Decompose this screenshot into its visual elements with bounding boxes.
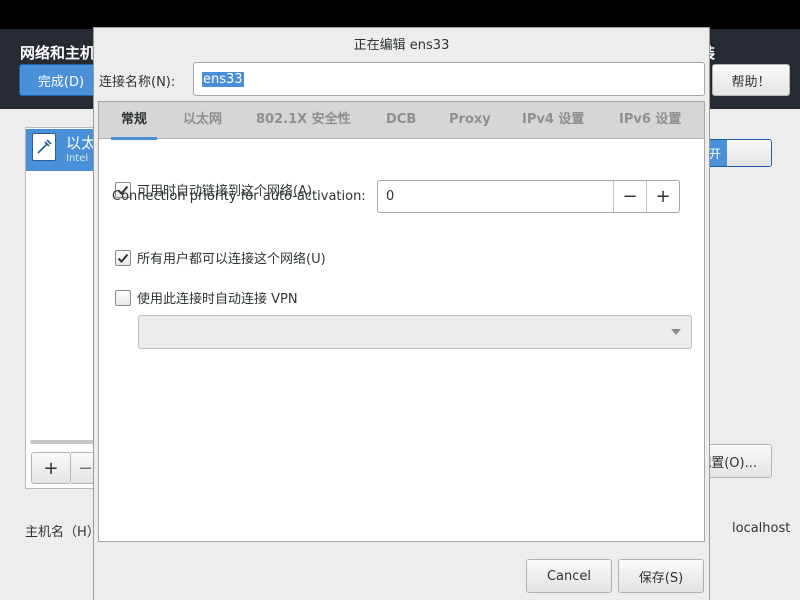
edit-connection-dialog: 正在编辑 ens33 连接名称(N): ens33 常规 以太网 802.1X … xyxy=(93,27,710,600)
all-users-checkbox[interactable] xyxy=(115,249,131,266)
done-button[interactable]: 完成(D) xyxy=(19,64,103,96)
tab-dcb[interactable]: DCB xyxy=(386,102,416,139)
tab-ipv6[interactable]: IPv6 设置 xyxy=(619,102,681,139)
ethernet-icon xyxy=(32,133,56,161)
add-device-button[interactable]: + xyxy=(31,452,71,484)
device-vendor: Intel xyxy=(66,153,89,164)
device-name: 以太 xyxy=(66,134,97,152)
vpn-autoconnect-label: 使用此连接时自动连接 VPN xyxy=(137,292,298,307)
tab-ipv4[interactable]: IPv4 设置 xyxy=(522,102,584,139)
dropdown-arrow-icon xyxy=(671,329,681,335)
help-button[interactable]: 帮助！ xyxy=(712,64,790,96)
settings-notebook: 常规 以太网 802.1X 安全性 DCB Proxy IPv4 设置 IPv6… xyxy=(98,101,705,542)
tab-proxy[interactable]: Proxy xyxy=(449,102,491,139)
connection-name-label: 连接名称(N): xyxy=(99,75,176,90)
priority-spinbutton[interactable]: 0 − + xyxy=(377,180,680,213)
tab-bar: 常规 以太网 802.1X 安全性 DCB Proxy IPv4 设置 IPv6… xyxy=(99,102,704,140)
priority-label: Connection priority for auto-activation: xyxy=(112,189,366,204)
priority-value[interactable]: 0 xyxy=(386,181,394,212)
hostname-label: 主机名（H） xyxy=(25,525,100,540)
connection-name-input[interactable]: ens33 xyxy=(193,62,705,96)
installer-title: 网络和主机 xyxy=(20,44,96,62)
connection-name-value: ens33 xyxy=(202,71,244,87)
device-list-scrollbar[interactable] xyxy=(30,440,100,444)
cancel-button[interactable]: Cancel xyxy=(526,559,612,593)
checkmark-icon xyxy=(117,253,129,263)
current-hostname-value: localhost xyxy=(732,521,791,536)
all-users-label: 所有用户都可以连接这个网络(U) xyxy=(137,252,326,267)
priority-decrease-button[interactable]: − xyxy=(613,181,646,212)
tab-8021x-security[interactable]: 802.1X 安全性 xyxy=(256,102,351,139)
save-button[interactable]: 保存(S) xyxy=(618,559,704,593)
toggle-knob xyxy=(727,140,771,166)
priority-increase-button[interactable]: + xyxy=(646,181,679,212)
all-users-row[interactable]: 所有用户都可以连接这个网络(U) xyxy=(115,248,326,267)
vpn-select[interactable] xyxy=(138,315,692,349)
dialog-title: 正在编辑 ens33 xyxy=(353,38,450,53)
vpn-autoconnect-row[interactable]: 使用此连接时自动连接 VPN xyxy=(115,288,298,307)
tab-general[interactable]: 常规 xyxy=(110,102,158,140)
tab-ethernet[interactable]: 以太网 xyxy=(183,102,222,139)
vpn-autoconnect-checkbox[interactable] xyxy=(115,289,131,306)
